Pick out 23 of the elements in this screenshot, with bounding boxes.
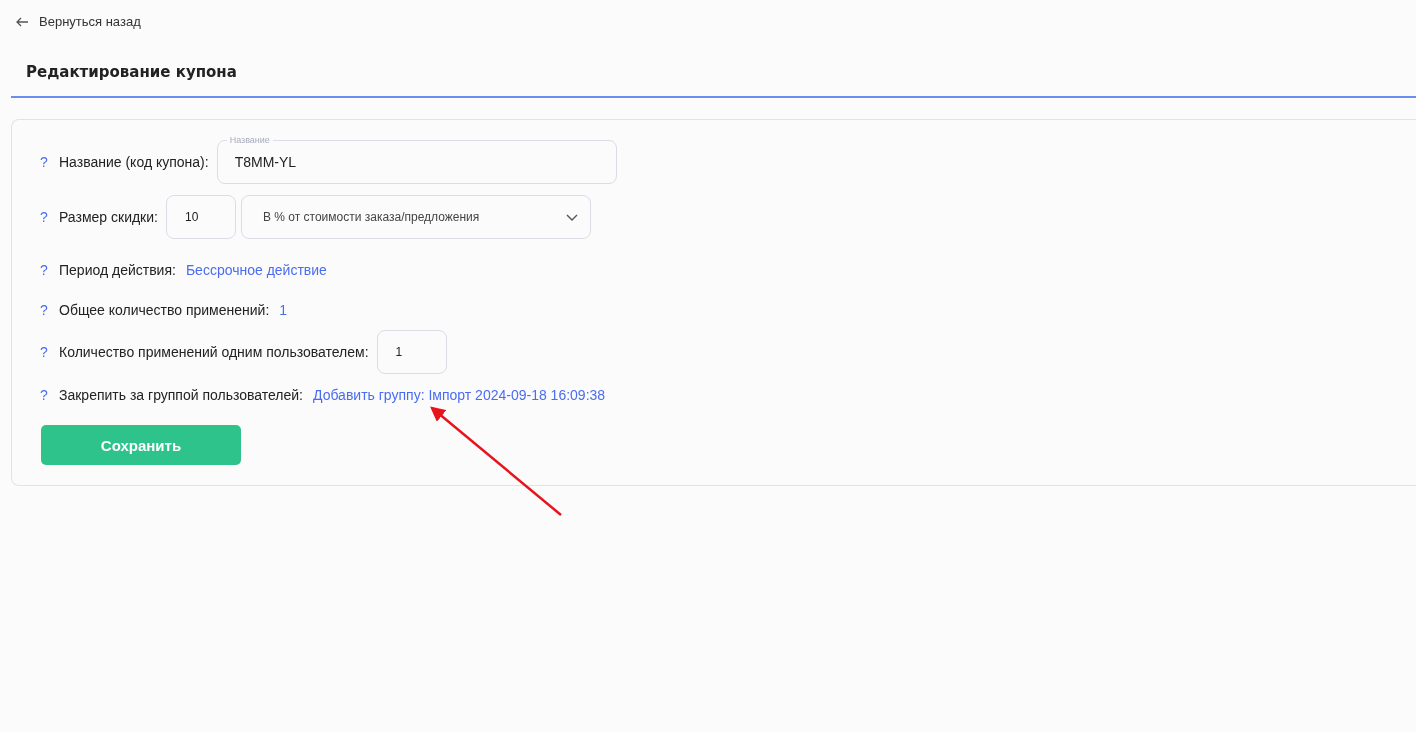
help-link[interactable]: ? xyxy=(40,302,49,318)
chevron-down-icon xyxy=(565,213,578,221)
field-label: Период действия: xyxy=(59,262,176,278)
value-link[interactable]: Бессрочное действие xyxy=(185,262,327,278)
help-link[interactable]: ? xyxy=(40,262,49,278)
page-title: Редактирование купона xyxy=(26,63,238,81)
back-link[interactable]: Вернуться назад xyxy=(0,0,157,29)
field-label: Общее количество применений: xyxy=(59,302,270,318)
value-link[interactable]: Добавить группу: Імпорт 2024-09-18 16:09:38 xyxy=(313,387,606,403)
field-label: Количество применений одним пользователем: xyxy=(59,344,369,360)
field-label: Закрепить за группой пользователей: xyxy=(59,387,303,403)
number-input[interactable]: 1 xyxy=(376,330,447,374)
number-input[interactable]: 10 xyxy=(165,195,236,239)
discount-type-select[interactable]: В % от стоимости заказа/предложения xyxy=(240,195,591,239)
help-link[interactable]: ? xyxy=(40,344,49,360)
floating-label: Название xyxy=(226,135,273,146)
field-label: Название (код купона): xyxy=(59,154,209,170)
field-label: Размер скидки: xyxy=(59,209,158,225)
value-link[interactable]: 1 xyxy=(279,302,288,318)
help-link[interactable]: ? xyxy=(40,209,49,225)
help-link[interactable]: ? xyxy=(40,154,49,170)
back-arrow-icon xyxy=(16,16,29,27)
help-link[interactable]: ? xyxy=(40,387,49,403)
